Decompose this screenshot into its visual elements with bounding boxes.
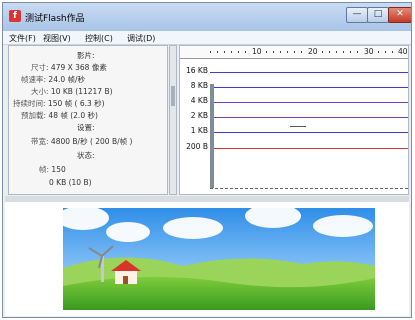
preload-label: 预加载: (21, 111, 47, 120)
loaded-value: 0 KB (10 B) (49, 178, 92, 187)
scrollbar-thumb[interactable] (171, 86, 175, 106)
stats-scrollbar[interactable] (169, 45, 177, 195)
y-label-4kb: 4 KB (190, 96, 208, 105)
close-button[interactable]: ✕ (388, 7, 411, 23)
size-value: 479 X 368 像素 (50, 63, 107, 72)
filesize-label: 大小: (31, 87, 49, 96)
ruler-ticks (210, 51, 393, 53)
menu-debug[interactable]: 调试(D) (127, 33, 155, 44)
bandwidth-label: 带宽: (31, 137, 49, 146)
filesize-value: 10 KB (11217 B) (50, 87, 113, 96)
frame-row: 帧: 150 (39, 164, 66, 175)
ruler-tick-10: 10 (252, 47, 262, 56)
flash-app-icon: f (9, 10, 21, 22)
gridline-200b (210, 148, 408, 149)
frame-1-bar (210, 84, 214, 188)
bandwidth-stats-panel: 影片: 尺寸: 479 X 368 像素 帧速率: 24.0 帧/秒 大小: 1… (8, 45, 168, 195)
flash-movie-frame (63, 208, 375, 310)
menu-file[interactable]: 文件(F) (9, 33, 36, 44)
minimize-button[interactable]: — (346, 7, 368, 23)
y-label-2kb: 2 KB (190, 111, 208, 120)
framerate-value: 24.0 帧/秒 (48, 75, 86, 84)
graph-baseline (210, 188, 408, 189)
preload-value: 48 帧 (2.0 秒) (48, 111, 98, 120)
bandwidth-value: 4800 B/秒 ( 200 B/帧 ) (50, 137, 133, 146)
y-label-8kb: 8 KB (190, 81, 208, 90)
gridline-16kb (210, 72, 408, 73)
size-row: 尺寸: 479 X 368 像素 (31, 62, 107, 73)
y-label-200b: 200 B (186, 142, 208, 151)
duration-value: 150 帧 ( 6.3 秒) (47, 99, 105, 108)
size-label: 尺寸: (31, 63, 49, 72)
title-bar[interactable]: f 测试Flash作品 — □ ✕ (3, 3, 411, 31)
window-title: 测试Flash作品 (25, 14, 85, 24)
maximize-button[interactable]: □ (367, 7, 389, 23)
ruler-tick-40: 40 (398, 47, 408, 56)
menu-view[interactable]: 视图(V) (43, 33, 71, 44)
settings-heading: 设置: (77, 123, 95, 132)
player-window: f 测试Flash作品 — □ ✕ 文件(F) 视图(V) 控制(C) 调试(D… (2, 2, 412, 318)
movie-stage (5, 202, 409, 316)
movie-heading: 影片: (77, 51, 95, 60)
y-label-1kb: 1 KB (190, 126, 208, 135)
menu-bar: 文件(F) 视图(V) 控制(C) 调试(D) (3, 31, 411, 45)
duration-label: 持续时间: (13, 99, 46, 108)
filesize-row: 大小: 10 KB (11217 B) (31, 86, 113, 97)
framerate-label: 帧速率: (21, 75, 47, 84)
frame-ruler: 10 20 30 40 (180, 46, 408, 59)
state-heading: 状态: (77, 151, 95, 160)
graph-marker (290, 126, 306, 127)
frame-label: 帧: (39, 165, 50, 174)
menu-control[interactable]: 控制(C) (85, 33, 113, 44)
gridline-8kb (210, 87, 408, 88)
preload-row: 预加载: 48 帧 (2.0 秒) (21, 110, 98, 121)
bandwidth-row: 带宽: 4800 B/秒 ( 200 B/帧 ) (31, 136, 132, 147)
gridline-2kb (210, 117, 408, 118)
ruler-tick-20: 20 (308, 47, 318, 56)
frame-value: 150 (51, 165, 66, 174)
gridline-1kb (210, 132, 408, 133)
bandwidth-graph: 10 20 30 40 16 KB 8 KB 4 KB 2 KB 1 KB 20… (179, 45, 409, 195)
duration-row: 持续时间: 150 帧 ( 6.3 秒) (13, 98, 105, 109)
y-label-16kb: 16 KB (186, 66, 208, 75)
framerate-row: 帧速率: 24.0 帧/秒 (21, 74, 85, 85)
gridline-4kb (210, 102, 408, 103)
ruler-tick-30: 30 (364, 47, 374, 56)
